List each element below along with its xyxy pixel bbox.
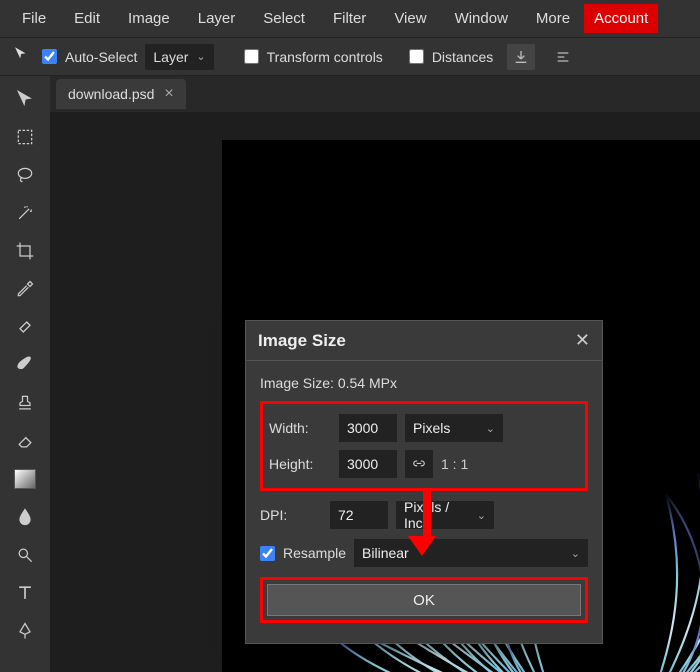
dpi-label: DPI: bbox=[260, 507, 322, 523]
width-unit-select[interactable]: Pixels ⌄ bbox=[405, 414, 503, 442]
menu-bar: File Edit Image Layer Select Filter View… bbox=[0, 0, 700, 38]
dialog-title: Image Size bbox=[258, 331, 346, 351]
lasso-tool[interactable] bbox=[5, 156, 45, 194]
menu-image[interactable]: Image bbox=[114, 4, 184, 33]
chevron-down-icon: ⌄ bbox=[571, 547, 580, 560]
auto-select-target-label: Layer bbox=[153, 49, 188, 65]
brush-tool[interactable] bbox=[5, 346, 45, 384]
menu-more[interactable]: More bbox=[522, 4, 584, 33]
close-icon[interactable]: ✕ bbox=[575, 330, 590, 351]
chevron-down-icon: ⌄ bbox=[196, 50, 205, 63]
move-tool[interactable] bbox=[5, 80, 45, 118]
menu-select[interactable]: Select bbox=[249, 4, 319, 33]
menu-window[interactable]: Window bbox=[441, 4, 522, 33]
menu-view[interactable]: View bbox=[380, 4, 440, 33]
tab-filename: download.psd bbox=[68, 86, 154, 102]
menu-filter[interactable]: Filter bbox=[319, 4, 380, 33]
resample-method-select[interactable]: Bilinear ⌄ bbox=[354, 539, 588, 567]
ok-button[interactable]: OK bbox=[267, 584, 581, 616]
resample-method-label: Bilinear bbox=[362, 545, 409, 561]
annotation-arrow bbox=[418, 488, 436, 556]
link-aspect-icon[interactable] bbox=[405, 450, 433, 478]
width-input[interactable] bbox=[339, 414, 397, 442]
heal-tool[interactable] bbox=[5, 308, 45, 346]
auto-select-label: Auto-Select bbox=[65, 49, 137, 65]
highlight-ok: OK bbox=[260, 577, 588, 623]
artwork-right bbox=[602, 420, 700, 672]
menu-account[interactable]: Account bbox=[584, 4, 658, 33]
chevron-down-icon: ⌄ bbox=[486, 422, 495, 435]
menu-layer[interactable]: Layer bbox=[184, 4, 250, 33]
align-icon[interactable] bbox=[549, 44, 577, 70]
aspect-ratio: 1 : 1 bbox=[441, 456, 468, 472]
resample-checkbox[interactable] bbox=[260, 546, 275, 561]
document-tabs: download.psd × bbox=[50, 76, 700, 112]
dialog-header[interactable]: Image Size ✕ bbox=[246, 321, 602, 361]
chevron-down-icon: ⌄ bbox=[477, 509, 486, 522]
document-tab[interactable]: download.psd × bbox=[56, 79, 186, 109]
dpi-unit-select[interactable]: Pixels / Inch ⌄ bbox=[396, 501, 494, 529]
canvas[interactable]: Image Size ✕ Image Size: 0.54 MPx Width:… bbox=[50, 112, 700, 672]
download-icon[interactable] bbox=[507, 44, 535, 70]
stamp-tool[interactable] bbox=[5, 384, 45, 422]
tools-panel bbox=[0, 76, 50, 672]
highlight-dimensions: Width: Pixels ⌄ Height: bbox=[260, 401, 588, 491]
width-unit-label: Pixels bbox=[413, 420, 450, 436]
close-tab-icon[interactable]: × bbox=[164, 85, 173, 103]
move-tool-icon bbox=[8, 45, 34, 68]
wand-tool[interactable] bbox=[5, 194, 45, 232]
image-size-dialog: Image Size ✕ Image Size: 0.54 MPx Width:… bbox=[245, 320, 603, 644]
resample-label: Resample bbox=[283, 545, 346, 561]
auto-select-checkbox[interactable] bbox=[42, 49, 57, 64]
dodge-tool[interactable] bbox=[5, 536, 45, 574]
crop-tool[interactable] bbox=[5, 232, 45, 270]
type-tool[interactable] bbox=[5, 574, 45, 612]
height-label: Height: bbox=[269, 456, 331, 472]
dpi-input[interactable] bbox=[330, 501, 388, 529]
gradient-tool[interactable] bbox=[5, 460, 45, 498]
options-bar: Auto-Select Layer ⌄ Transform controls D… bbox=[0, 38, 700, 76]
marquee-tool[interactable] bbox=[5, 118, 45, 156]
blur-tool[interactable] bbox=[5, 498, 45, 536]
menu-edit[interactable]: Edit bbox=[60, 4, 114, 33]
distances-checkbox[interactable] bbox=[409, 49, 424, 64]
pen-tool[interactable] bbox=[5, 612, 45, 650]
distances-label: Distances bbox=[432, 49, 493, 65]
eraser-tool[interactable] bbox=[5, 422, 45, 460]
transform-controls-checkbox[interactable] bbox=[244, 49, 259, 64]
width-label: Width: bbox=[269, 420, 331, 436]
height-input[interactable] bbox=[339, 450, 397, 478]
menu-file[interactable]: File bbox=[8, 4, 60, 33]
image-size-info: Image Size: 0.54 MPx bbox=[260, 371, 588, 401]
auto-select-target[interactable]: Layer ⌄ bbox=[145, 44, 213, 70]
transform-controls-label: Transform controls bbox=[267, 49, 383, 65]
eyedropper-tool[interactable] bbox=[5, 270, 45, 308]
